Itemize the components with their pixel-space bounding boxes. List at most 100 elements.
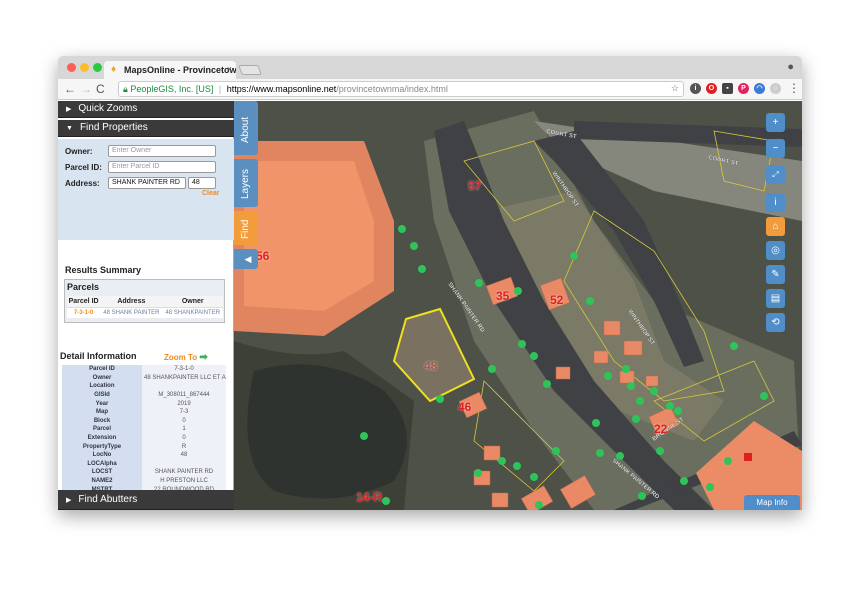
close-window-button[interactable] <box>67 63 76 72</box>
measure-icon[interactable]: ✎ <box>766 265 785 284</box>
browser-tab[interactable]: ♦ MapsOnline - Provincetown × <box>104 61 236 79</box>
new-tab-button[interactable] <box>238 65 262 75</box>
detail-row: NAME2 H PRESTON LLC <box>62 476 226 486</box>
detail-row: Owner 48 SHANKPAINTER LLC ET AL <box>62 373 226 383</box>
detail-value: 48 <box>142 450 226 460</box>
locate-icon[interactable]: ◎ <box>766 241 785 260</box>
map-view[interactable]: COURT ST COURT ST WINTHROP ST WINTHROP S… <box>234 101 802 510</box>
detail-key: LocNo <box>62 450 142 460</box>
reload-icon[interactable]: C <box>96 82 105 96</box>
detail-value: 0 <box>142 433 226 443</box>
detail-value: 1 <box>142 425 226 434</box>
detail-value: M_308011_867444 <box>142 390 226 400</box>
collapse-panel-button[interactable]: ◀ <box>234 249 258 269</box>
zoom-to-button[interactable]: Zoom To ➡ <box>164 352 208 363</box>
extension-grey-icon[interactable]: ○ <box>770 83 781 94</box>
detail-value: H PRESTON LLC <box>142 476 226 486</box>
quick-zooms-header[interactable]: ▶ Quick Zooms <box>58 101 234 118</box>
menu-icon[interactable]: ⋮ <box>788 81 800 95</box>
print-icon[interactable]: ▤ <box>766 289 785 308</box>
detail-row: Year 2019 <box>62 399 226 408</box>
zoom-in-button[interactable]: + <box>766 113 785 132</box>
detail-value: R <box>142 442 226 451</box>
parcel-label: 35 <box>496 289 510 303</box>
tab-layers-label: Layers <box>240 168 251 199</box>
detail-key: Parcel ID <box>62 365 142 374</box>
url-field[interactable]: 🔒︎ PeopleGIS, Inc. [US] | https://www.ma… <box>118 81 684 97</box>
marker-icon[interactable] <box>744 453 752 461</box>
find-abutters-label: Find Abutters <box>78 494 138 505</box>
address-number-input[interactable]: 48 <box>188 177 216 189</box>
share-icon[interactable]: ⟲ <box>766 313 785 332</box>
aerial-map[interactable]: COURT ST COURT ST WINTHROP ST WINTHROP S… <box>234 101 802 510</box>
tab-bar: ♦ MapsOnline - Provincetown × ● <box>58 56 802 79</box>
opera-extension-icon[interactable]: O <box>706 83 717 94</box>
detail-value <box>142 459 226 469</box>
info-icon[interactable]: i <box>766 193 785 212</box>
detail-row: Parcel ID 7-3-1-0 <box>62 365 226 374</box>
owner-label: Owner: <box>65 147 93 156</box>
tab-layers[interactable]: Layers <box>234 159 258 207</box>
find-abutters-header[interactable]: ▶ Find Abutters <box>58 490 234 510</box>
parcel-label: 22 <box>654 422 668 436</box>
forward-icon[interactable]: → <box>80 82 92 96</box>
address-bar: ← → C 🔒︎ PeopleGIS, Inc. [US] | https://… <box>58 79 802 100</box>
tab-find-label: Find <box>240 219 251 239</box>
detail-key: PropertyType <box>62 442 142 451</box>
column-header: Parcel ID <box>67 296 101 308</box>
detail-key: Extension <box>62 433 142 443</box>
map-info-button[interactable]: Map Info <box>744 495 800 510</box>
parcels-results: Parcels Parcel ID Address Owner 7-3-1-0 … <box>64 279 225 323</box>
detail-row: Parcel 1 <box>62 425 226 434</box>
parcels-title: Parcels <box>67 282 100 292</box>
url-host: https://www.mapsonline.net <box>226 84 337 94</box>
column-header: Owner <box>162 296 223 308</box>
tab-about-label: About <box>240 116 251 143</box>
detail-row: GISId M_308011_867444 <box>62 390 226 400</box>
owner-cell: 48 SHANKPAINTER <box>162 307 223 318</box>
detail-key: Owner <box>62 373 142 383</box>
detail-row: Map 7-3 <box>62 407 226 417</box>
clear-button[interactable]: Clear <box>202 190 220 197</box>
address-cell: 48 SHANK PAINTER <box>100 307 163 318</box>
detail-key: Block <box>62 416 142 426</box>
address-label: Address: <box>65 179 100 188</box>
zoom-out-button[interactable]: − <box>766 139 785 158</box>
parcel-id-label: Parcel ID: <box>65 163 102 172</box>
find-properties-header[interactable]: ▼ Find Properties <box>58 120 234 137</box>
map-pin-icon: ♦ <box>111 64 117 75</box>
caret-right-icon: ▶ <box>66 106 72 113</box>
tab-find[interactable]: Find <box>234 211 258 245</box>
minimize-window-button[interactable] <box>80 63 89 72</box>
arrow-right-icon: ➡ <box>199 352 208 363</box>
back-icon[interactable]: ← <box>64 82 76 96</box>
parcel-label: 46 <box>458 400 472 414</box>
full-extent-icon[interactable]: ⤢ <box>766 165 785 184</box>
detail-table: Parcel ID 7-3-1-0 Owner 48 SHANKPAINTER LLC… <box>62 365 226 510</box>
address-street-input[interactable]: SHANK PAINTER RD <box>108 177 186 189</box>
home-icon[interactable]: ⌂ <box>766 217 785 236</box>
table-row[interactable]: 7-3-1-0 48 SHANK PAINTER 48 SHANKPAINTER <box>67 307 223 318</box>
tab-about[interactable]: About <box>234 101 258 155</box>
parcel-id-cell[interactable]: 7-3-1-0 <box>67 307 101 318</box>
url-separator: | <box>218 84 222 94</box>
maximize-window-button[interactable] <box>93 63 102 72</box>
info-extension-icon[interactable]: i <box>690 83 701 94</box>
parcel-id-input[interactable]: Enter Parcel ID <box>108 161 216 173</box>
caret-right-icon: ▶ <box>66 497 72 504</box>
extension-icon[interactable]: ▪ <box>722 83 733 94</box>
parcel-label: 52 <box>550 293 564 307</box>
results-summary-title: Results Summary <box>65 265 142 275</box>
quick-zooms-label: Quick Zooms <box>78 103 138 114</box>
detail-row: Block 0 <box>62 416 226 426</box>
profile-icon[interactable]: ● <box>787 61 794 73</box>
detail-key: Map <box>62 407 142 417</box>
extension-blue-icon[interactable]: ◠ <box>754 83 765 94</box>
bookmark-star-icon[interactable]: ☆ <box>671 83 679 94</box>
find-properties-panel: Owner: Enter Owner Parcel ID: Enter Parc… <box>58 139 234 240</box>
pinterest-extension-icon[interactable]: P <box>738 83 749 94</box>
tab-close-icon[interactable]: × <box>227 64 232 74</box>
browser-window: ♦ MapsOnline - Provincetown × ● ← → C 🔒︎… <box>58 56 802 510</box>
url-path: /provincetownma/index.html <box>336 84 448 94</box>
owner-input[interactable]: Enter Owner <box>108 145 216 157</box>
